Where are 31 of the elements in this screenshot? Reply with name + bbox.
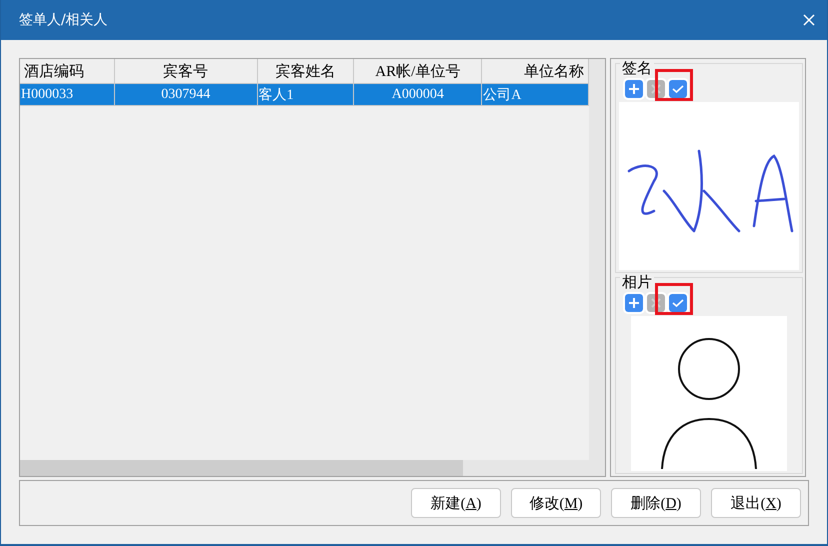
close-icon[interactable] [801,12,817,28]
close-icon [651,84,661,94]
checkmark-icon [672,84,684,94]
action-button[interactable]: 删除(D) [611,488,701,518]
column-header[interactable]: 酒店编码 [20,59,115,84]
plus-icon [628,83,640,95]
table-cell[interactable]: 公司A [482,84,589,106]
column-header[interactable]: 宾客姓名 [258,59,354,84]
add-button[interactable] [625,294,643,312]
confirm-button[interactable] [669,294,687,312]
column-header[interactable]: 单位名称 [482,59,589,84]
close-icon [651,298,661,308]
table-cell[interactable]: A000004 [354,84,482,106]
vertical-scrollbar[interactable] [589,59,605,460]
action-button[interactable]: 修改(M) [511,488,601,518]
table-cell[interactable]: 0307944 [114,84,258,106]
plus-icon [628,297,640,309]
group-title: 签名 [620,59,654,78]
horizontal-scrollbar[interactable] [20,460,589,476]
window-title: 签单人/相关人 [19,11,108,29]
scrollbar-thumb[interactable] [20,460,463,476]
table-cell[interactable]: 客人1 [258,84,354,106]
action-button[interactable]: 新建(A) [411,488,501,518]
confirm-button[interactable] [669,80,687,98]
column-header[interactable]: AR帐/单位号 [354,59,482,84]
group-title: 相片 [620,273,654,292]
checkmark-icon [672,298,684,308]
table-cell[interactable]: H000033 [20,84,115,106]
column-header[interactable]: 宾客号 [114,59,258,84]
add-button[interactable] [625,80,643,98]
action-button[interactable]: 退出(X) [711,488,801,518]
